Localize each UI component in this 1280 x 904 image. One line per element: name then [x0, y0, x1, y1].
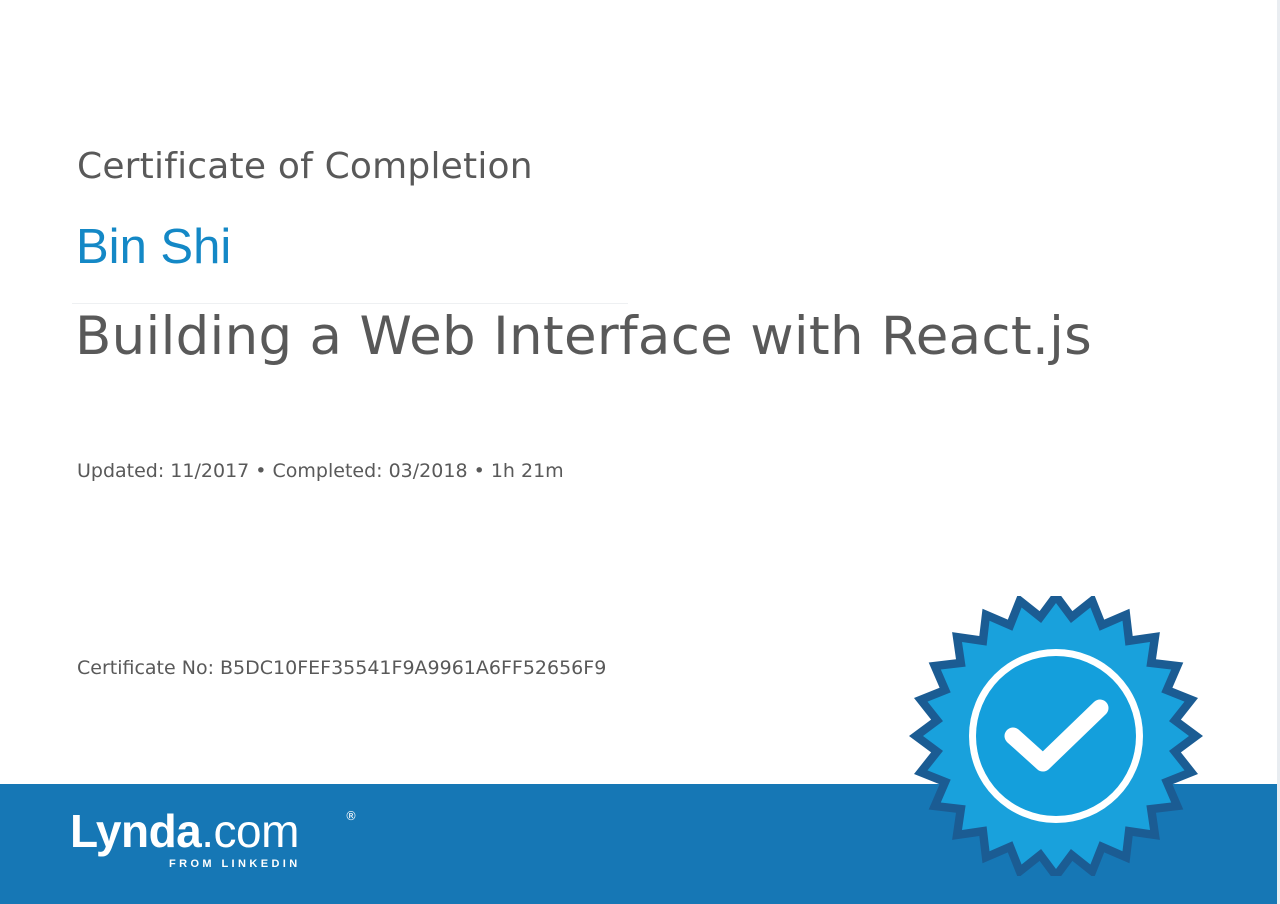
divider — [72, 303, 628, 304]
logo-wordmark: Lynda.com — [70, 806, 299, 856]
recipient-name: Bin Shi — [76, 220, 232, 274]
certificate-number: Certificate No: B5DC10FEF35541F9A9961A6F… — [77, 657, 607, 679]
logo-brand: Lynda — [70, 805, 202, 857]
lynda-logo: Lynda.com ® FROM LINKEDIN — [70, 806, 370, 876]
checkmark-seal-icon — [909, 596, 1203, 876]
course-title: Building a Web Interface with React.js — [75, 306, 1093, 367]
certificate-heading: Certificate of Completion — [77, 146, 533, 187]
logo-tagline: FROM LINKEDIN — [169, 858, 301, 870]
registered-mark: ® — [345, 809, 357, 823]
seal-center — [976, 656, 1136, 816]
logo-tld: .com — [201, 805, 299, 857]
course-meta: Updated: 11/2017 • Completed: 03/2018 • … — [77, 460, 564, 482]
